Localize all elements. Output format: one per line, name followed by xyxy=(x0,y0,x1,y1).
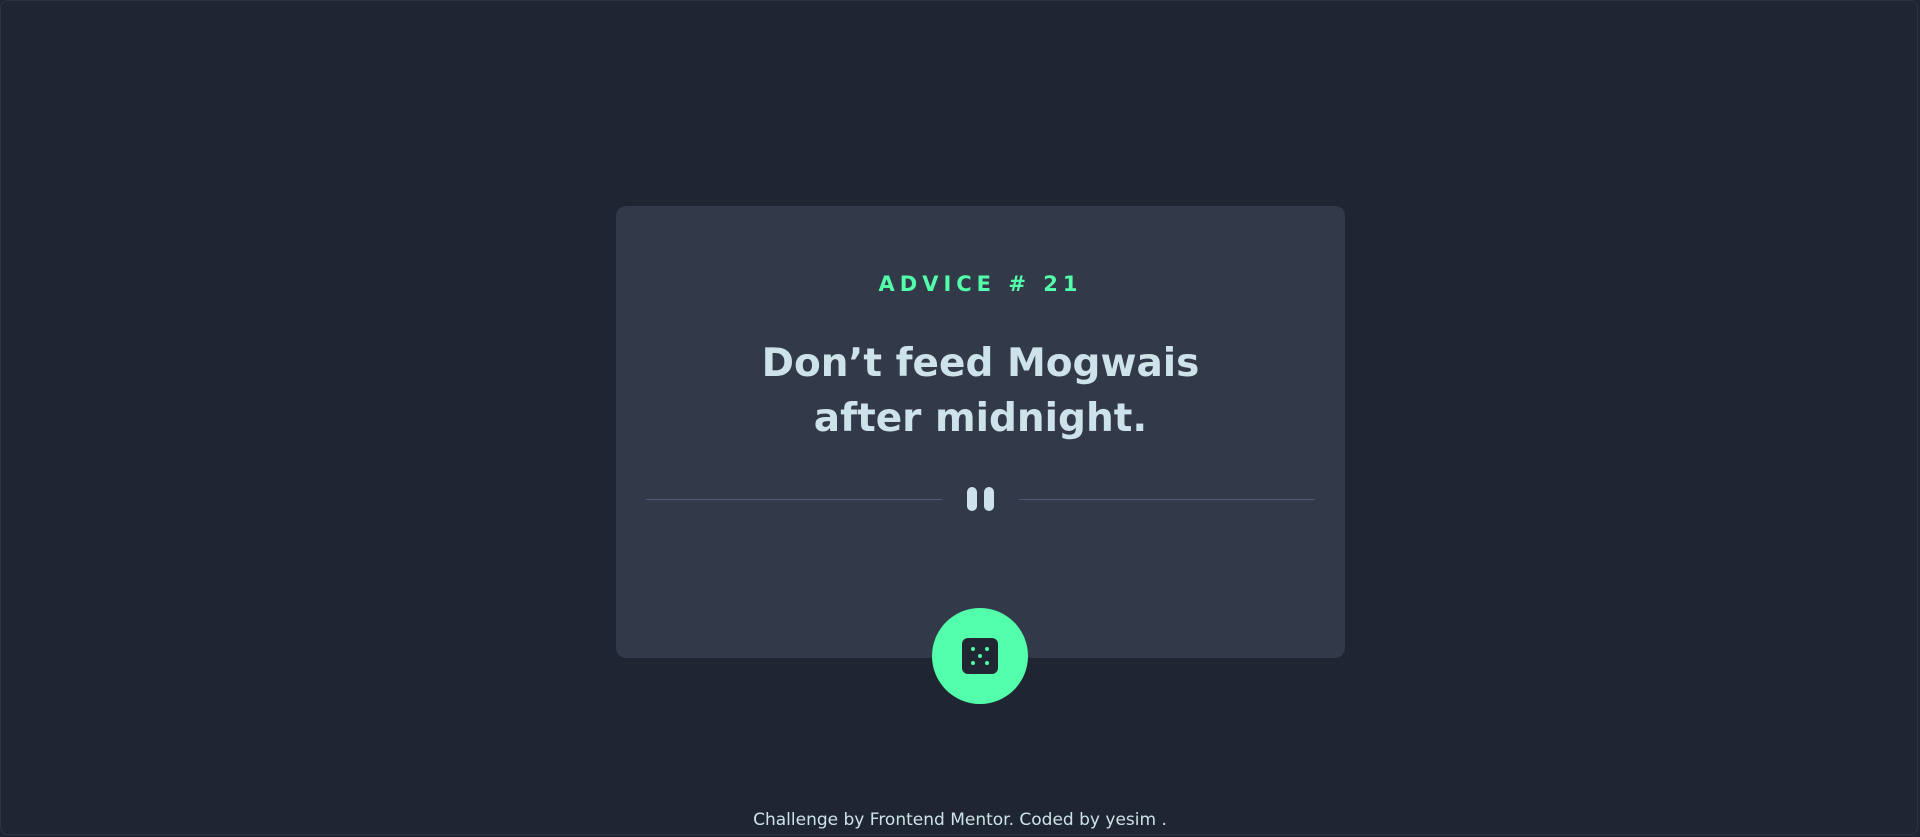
dice-pip xyxy=(985,661,989,665)
dice-pip xyxy=(971,647,975,651)
divider-line-right xyxy=(1019,499,1315,500)
pause-bar xyxy=(984,487,994,511)
advice-quote: Don’t feed Mogwais after midnight. xyxy=(761,341,1200,441)
divider-line-left xyxy=(646,499,942,500)
dice-pip xyxy=(971,661,975,665)
attribution-footer: Challenge by Frontend Mentor. Coded by y… xyxy=(753,810,1167,830)
pause-bar xyxy=(967,487,977,511)
pattern-divider xyxy=(646,487,1315,511)
pause-icon xyxy=(962,487,998,511)
advice-number: ADVICE # 21 xyxy=(878,272,1083,296)
dice-pip xyxy=(985,647,989,651)
advice-card: ADVICE # 21 Don’t feed Mogwais after mid… xyxy=(616,206,1345,658)
generate-advice-button[interactable] xyxy=(932,608,1028,704)
dice-pip xyxy=(978,654,982,658)
dice-icon xyxy=(962,638,998,674)
